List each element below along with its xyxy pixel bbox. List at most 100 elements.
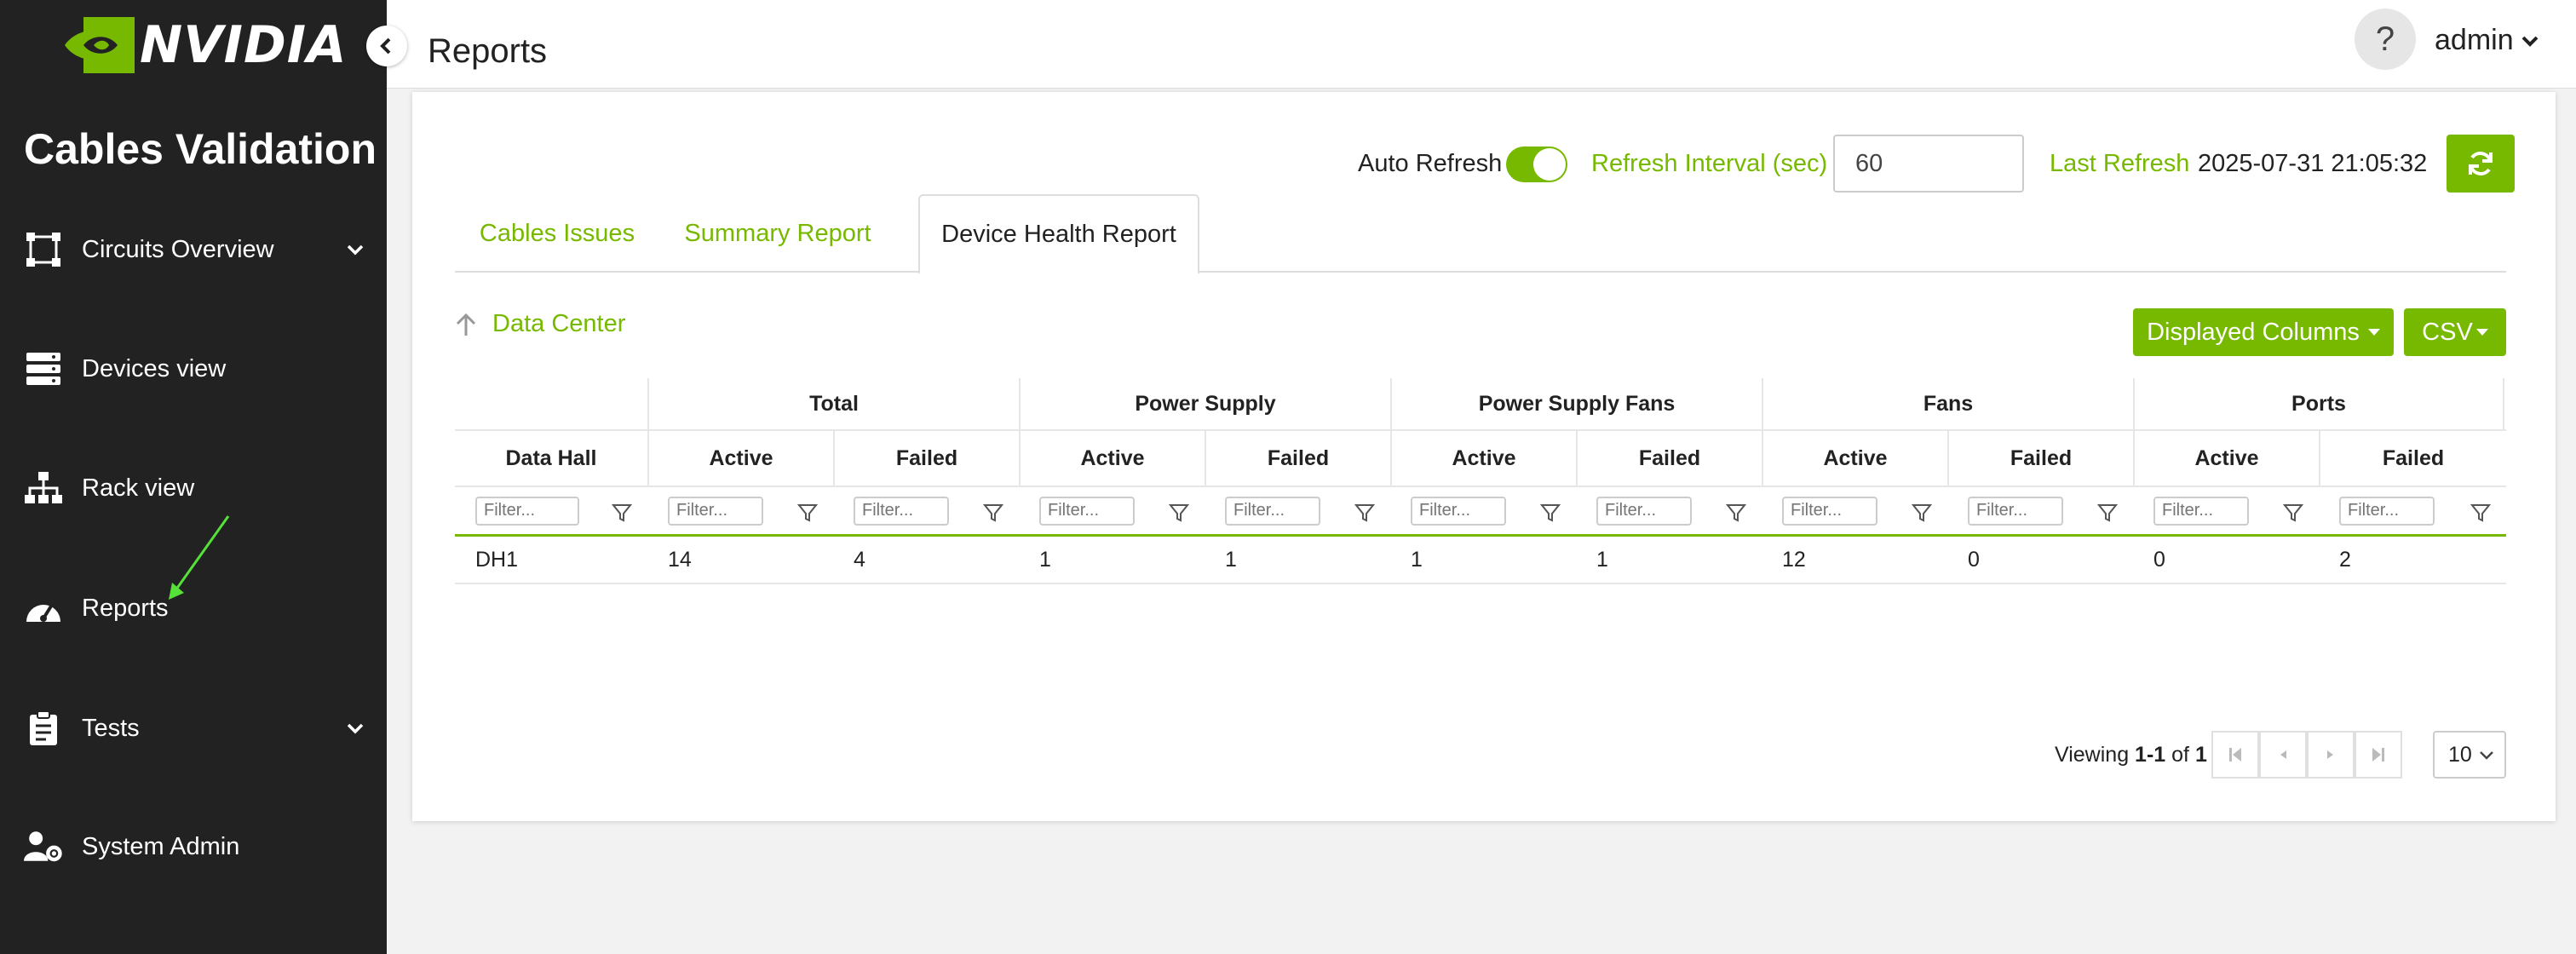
table-cell: 14	[668, 547, 692, 572]
first-page-icon	[2229, 748, 2241, 761]
user-name: admin	[2435, 24, 2514, 56]
user-menu[interactable]: admin	[2435, 24, 2539, 57]
filter-input[interactable]	[854, 496, 949, 526]
filter-icon[interactable]	[1726, 503, 1746, 523]
filter-input[interactable]	[1225, 496, 1320, 526]
group-header: Power Supply	[1019, 378, 1390, 429]
filter-icon[interactable]	[2097, 503, 2118, 523]
filter-cell	[1205, 487, 1390, 534]
filter-input[interactable]	[2153, 496, 2249, 526]
previous-page-button[interactable]	[2259, 731, 2307, 779]
help-button[interactable]: ?	[2355, 9, 2416, 70]
last-refresh-label: Last Refresh	[2050, 150, 2190, 177]
app-title: Cables Validation	[24, 125, 377, 173]
sidebar-item-label: System Admin	[82, 832, 240, 860]
chevron-down-icon	[347, 244, 364, 256]
group-header: Total	[647, 378, 1019, 429]
sidebar-item-label: Circuits Overview	[82, 235, 274, 263]
filter-cell	[1019, 487, 1205, 534]
table-cell: 4	[854, 547, 865, 572]
filter-icon[interactable]	[983, 503, 1003, 523]
table-row[interactable]: DH1 14 4 1 1 1 1 12 0 0 2	[455, 537, 2506, 584]
pagination-total: 1	[2194, 743, 2207, 767]
filter-input[interactable]	[1968, 496, 2063, 526]
annotation-arrow	[169, 515, 230, 600]
sidebar-item-devices-view[interactable]: Devices view	[0, 339, 387, 399]
page-size-select[interactable]: 10	[2433, 731, 2506, 779]
tab-device-health-report[interactable]: Device Health Report	[918, 194, 1199, 274]
caret-down-icon	[2367, 329, 2380, 336]
chevron-down-icon	[2521, 36, 2539, 47]
csv-label: CSV	[2422, 318, 2473, 346]
filter-input[interactable]	[1039, 496, 1135, 526]
table-cell: 1	[1411, 547, 1423, 572]
column-header[interactable]: Failed	[1576, 431, 1762, 486]
table-cell: 12	[1782, 547, 1806, 572]
column-header[interactable]: Active	[2133, 431, 2319, 486]
first-page-button[interactable]	[2211, 731, 2259, 779]
pagination-prefix: Viewing	[2055, 743, 2136, 767]
chevron-right-icon	[2327, 750, 2333, 759]
column-header[interactable]: Failed	[2319, 431, 2506, 486]
column-header[interactable]: Active	[1390, 431, 1576, 486]
filter-icon[interactable]	[797, 503, 818, 523]
tab-cables-issues[interactable]: Cables Issues	[455, 194, 659, 273]
user-gear-icon	[24, 827, 63, 866]
chevron-left-icon	[380, 37, 391, 55]
sidebar-item-rack-view[interactable]: Rack view	[0, 458, 387, 518]
tab-summary-report[interactable]: Summary Report	[663, 194, 893, 273]
top-header: Reports ? admin	[387, 0, 2576, 89]
group-header: Fans	[1762, 378, 2133, 429]
column-header[interactable]: Active	[647, 431, 833, 486]
chevron-down-icon	[2480, 751, 2493, 760]
csv-export-button[interactable]: CSV	[2404, 308, 2506, 356]
column-header[interactable]: Failed	[1205, 431, 1390, 486]
column-header[interactable]: Data Hall	[455, 431, 647, 486]
filter-input[interactable]	[1411, 496, 1506, 526]
refresh-button[interactable]	[2447, 135, 2515, 193]
collapse-sidebar-button[interactable]	[366, 26, 407, 66]
displayed-columns-button[interactable]: Displayed Columns	[2133, 308, 2394, 356]
filter-icon[interactable]	[1354, 503, 1375, 523]
arrow-up-icon	[456, 313, 476, 336]
sidebar: NVIDIA Cables Validation Circuits Overvi…	[0, 0, 387, 954]
column-header[interactable]: Failed	[833, 431, 1019, 486]
filter-input[interactable]	[1782, 496, 1877, 526]
sidebar-item-system-admin[interactable]: System Admin	[0, 817, 387, 876]
group-header	[455, 378, 647, 429]
filter-icon[interactable]	[2470, 503, 2491, 523]
sidebar-item-tests[interactable]: Tests	[0, 698, 387, 758]
sidebar-item-label: Tests	[82, 714, 140, 742]
pagination-summary: Viewing 1-1 of 1	[2055, 743, 2207, 767]
auto-refresh-toggle[interactable]	[1506, 147, 1567, 182]
filter-cell	[1762, 487, 1947, 534]
last-page-button[interactable]	[2355, 731, 2402, 779]
breadcrumb-label: Data Center	[492, 310, 626, 337]
table-cell: 1	[1596, 547, 1608, 572]
next-page-button[interactable]	[2307, 731, 2355, 779]
filter-input[interactable]	[475, 496, 579, 526]
column-header[interactable]: Failed	[1947, 431, 2133, 486]
filter-icon[interactable]	[1169, 503, 1189, 523]
filter-icon[interactable]	[1540, 503, 1561, 523]
column-header[interactable]: Active	[1762, 431, 1947, 486]
page-size-value: 10	[2448, 742, 2472, 767]
auto-refresh-label: Auto Refresh	[1358, 150, 1503, 177]
filter-cell	[455, 487, 647, 534]
sidebar-item-circuits-overview[interactable]: Circuits Overview	[0, 220, 387, 279]
filter-input[interactable]	[2339, 496, 2435, 526]
filter-input[interactable]	[668, 496, 763, 526]
pagination-of: of	[2165, 743, 2195, 767]
table-cell: DH1	[475, 547, 519, 572]
table-filter-row	[455, 486, 2506, 537]
filter-icon[interactable]	[1912, 503, 1932, 523]
table-cell: 2	[2339, 547, 2351, 572]
sidebar-item-label: Devices view	[82, 354, 227, 382]
column-header[interactable]: Active	[1019, 431, 1205, 486]
refresh-interval-input[interactable]	[1833, 135, 2024, 193]
filter-icon[interactable]	[612, 503, 632, 523]
filter-cell	[1947, 487, 2133, 534]
filter-icon[interactable]	[2283, 503, 2303, 523]
filter-input[interactable]	[1596, 496, 1692, 526]
breadcrumb[interactable]: Data Center	[455, 310, 625, 338]
